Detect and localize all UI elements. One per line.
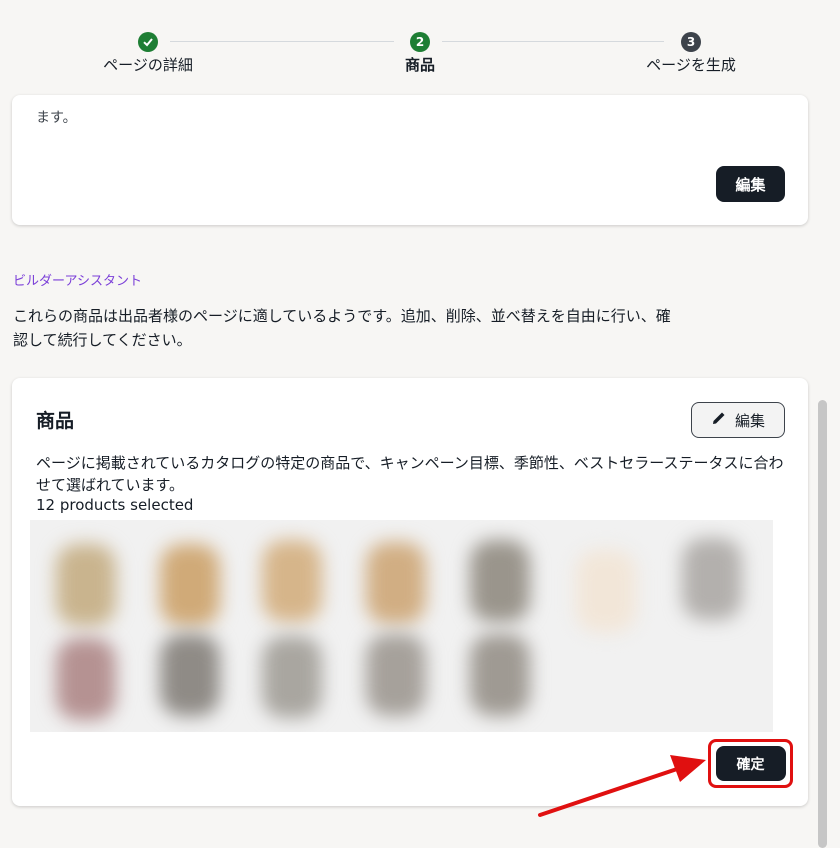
step-label: ページを生成	[646, 56, 736, 74]
step-products[interactable]: 2 商品	[330, 32, 510, 75]
product-thumbnail[interactable]	[470, 540, 530, 622]
product-thumbnail[interactable]	[262, 636, 322, 718]
step-number: 3	[681, 32, 701, 52]
page-details-card: ます。 編集	[12, 95, 808, 225]
check-icon	[138, 32, 158, 52]
selected-count: 12 products selected	[36, 496, 194, 514]
progress-stepper: ページの詳細 2 商品 3 ページを生成	[0, 0, 840, 110]
product-thumbnail[interactable]	[366, 634, 426, 716]
annotation-arrow	[538, 755, 706, 817]
products-title: 商品	[36, 410, 75, 432]
edit-products-button[interactable]: 編集	[691, 402, 785, 438]
product-thumbnail[interactable]	[56, 544, 116, 626]
confirm-button[interactable]: 確定	[715, 746, 786, 781]
step-label: ページの詳細	[103, 56, 193, 74]
assistant-message: これらの商品は出品者様のページに適しているようです。追加、削除、並べ替えを自由に…	[13, 307, 671, 349]
step-generate-page[interactable]: 3 ページを生成	[601, 32, 781, 75]
step-label: 商品	[404, 56, 435, 74]
product-thumbnail[interactable]	[56, 638, 116, 720]
builder-assistant-label: ビルダーアシスタント	[13, 274, 142, 289]
product-thumbnails-gallery	[30, 520, 773, 732]
edit-label: 編集	[734, 411, 765, 430]
product-thumbnail[interactable]	[470, 634, 530, 716]
step-number: 2	[410, 32, 430, 52]
highlight-box: 確定	[708, 739, 793, 788]
product-thumbnail[interactable]	[160, 634, 220, 716]
products-description: ページに掲載されているカタログの特定の商品で、キャンペーン目標、季節性、ベストセ…	[36, 454, 784, 494]
product-thumbnail[interactable]	[576, 550, 636, 632]
step-page-details[interactable]: ページの詳細	[58, 32, 238, 75]
pencil-icon	[711, 410, 727, 430]
vertical-scrollbar[interactable]	[818, 400, 827, 848]
details-text: ます。	[36, 110, 77, 126]
product-thumbnail[interactable]	[160, 544, 220, 626]
product-thumbnail[interactable]	[682, 538, 742, 620]
product-thumbnail[interactable]	[262, 540, 322, 622]
edit-details-button[interactable]: 編集	[716, 166, 785, 202]
product-thumbnail[interactable]	[366, 542, 426, 624]
